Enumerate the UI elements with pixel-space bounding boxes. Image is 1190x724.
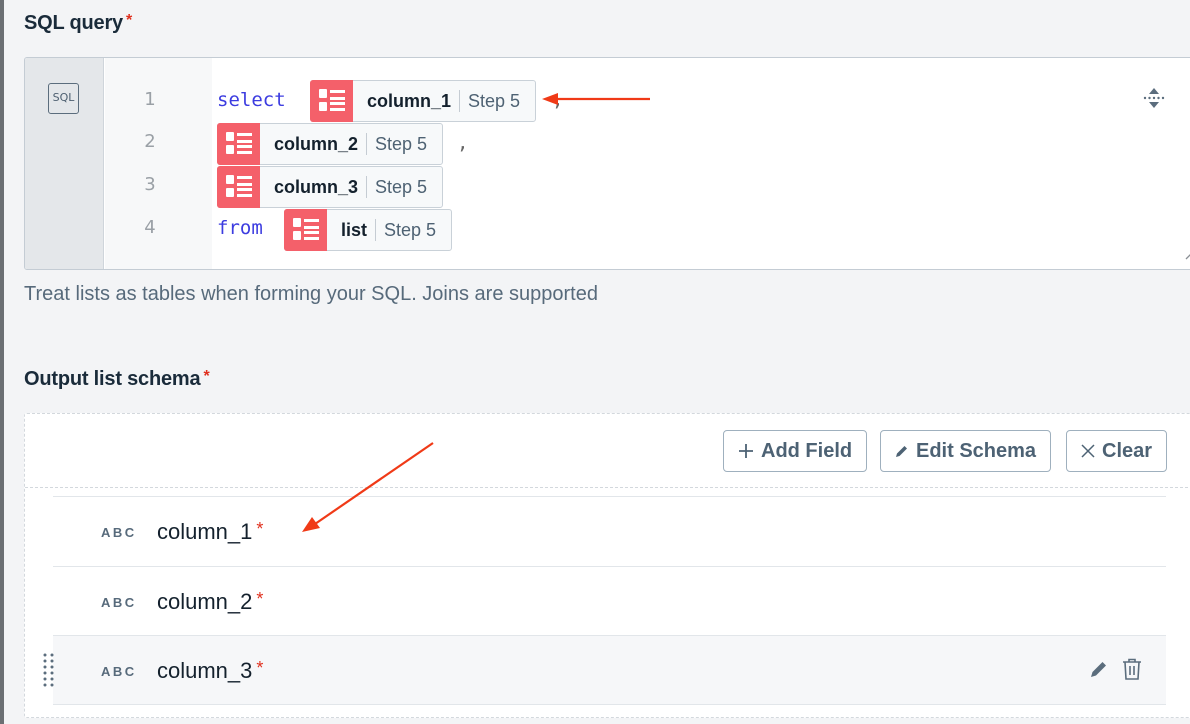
- line-number: 1: [144, 89, 156, 110]
- required-marker: *: [125, 12, 133, 29]
- resize-handle-icon[interactable]: [1185, 246, 1190, 265]
- edit-schema-label: Edit Schema: [916, 439, 1037, 462]
- list-icon: [310, 80, 353, 122]
- sql-query-label-text: SQL query: [24, 12, 123, 34]
- plus-icon: [739, 444, 753, 458]
- list-icon: [284, 209, 327, 251]
- datapill-divider: [375, 219, 377, 241]
- line-number: 2: [144, 131, 156, 152]
- sql-keyword-from: from: [217, 217, 263, 239]
- datapill-name: column_2: [274, 133, 359, 154]
- schema-field-row[interactable]: ABC column_1 *: [53, 496, 1166, 566]
- schema-field-row[interactable]: ABC column_2 *: [53, 566, 1166, 636]
- window-edge: [0, 0, 4, 724]
- line-number: 3: [144, 174, 156, 195]
- sql-editor-gutter: SQL: [25, 58, 104, 269]
- clear-label: Clear: [1102, 439, 1153, 462]
- output-schema-panel: Add Field Edit Schema Clear ABC column_1…: [24, 413, 1190, 718]
- datapill-step: Step 5: [384, 219, 437, 240]
- clear-button[interactable]: Clear: [1066, 430, 1168, 472]
- add-field-button[interactable]: Add Field: [723, 430, 868, 472]
- add-field-label: Add Field: [761, 439, 853, 462]
- datapill-divider: [366, 176, 368, 198]
- datapill-column-2[interactable]: column_2 Step 5: [217, 123, 444, 165]
- schema-field-row[interactable]: ABC column_3 *: [43, 635, 1166, 705]
- required-marker: *: [256, 589, 264, 609]
- required-marker: *: [203, 368, 210, 385]
- field-name: column_2 *: [157, 589, 263, 615]
- required-marker: *: [256, 519, 264, 539]
- row-actions: [1090, 658, 1142, 685]
- datapill-name: list: [341, 219, 368, 240]
- delete-field-icon[interactable]: [1122, 658, 1142, 685]
- sql-comma: ,: [457, 132, 469, 154]
- sql-comma: ,: [552, 89, 564, 111]
- field-name-text: column_3: [157, 658, 253, 683]
- edit-field-icon[interactable]: [1090, 660, 1108, 683]
- datapill-name: column_3: [274, 176, 359, 197]
- field-name: column_1 *: [157, 519, 263, 545]
- required-marker: *: [256, 658, 264, 678]
- datapill-step: Step 5: [468, 90, 521, 111]
- sql-query-label: SQL query *: [24, 12, 132, 35]
- datapill-name: column_1: [367, 90, 452, 111]
- datapill-step: Step 5: [375, 133, 428, 154]
- output-schema-label-text: Output list schema: [24, 368, 201, 390]
- schema-toolbar: Add Field Edit Schema Clear: [25, 414, 1190, 488]
- datapill-column-3[interactable]: column_3 Step 5: [217, 166, 444, 208]
- sql-keyword-select: select: [217, 89, 286, 111]
- field-type-string: ABC: [101, 595, 137, 610]
- datapill-step: Step 5: [375, 176, 428, 197]
- line-number-gutter: 1 2 3 4: [105, 58, 212, 269]
- pencil-icon: [896, 446, 907, 457]
- field-name: column_3 *: [157, 658, 263, 684]
- field-name-text: column_1: [157, 519, 253, 544]
- edit-schema-button[interactable]: Edit Schema: [880, 430, 1052, 472]
- list-icon: [217, 123, 260, 165]
- drag-handle-icon[interactable]: [43, 653, 55, 696]
- list-icon: [217, 166, 260, 208]
- field-name-text: column_2: [157, 589, 253, 614]
- datapill-divider: [366, 133, 368, 155]
- field-type-string: ABC: [101, 664, 137, 679]
- output-schema-label: Output list schema *: [24, 368, 210, 391]
- sql-query-editor[interactable]: SQL 1 2 3 4 select column_1 Step 5 , col…: [24, 57, 1190, 270]
- close-icon: [1081, 444, 1095, 458]
- sql-code-area[interactable]: select column_1 Step 5 , column_2 Step 5…: [212, 58, 1190, 269]
- datapill-divider: [459, 90, 461, 112]
- sql-help-text: Treat lists as tables when forming your …: [24, 283, 598, 305]
- datapill-column-1[interactable]: column_1 Step 5: [310, 80, 537, 122]
- field-type-string: ABC: [101, 525, 137, 540]
- expand-editor-icon[interactable]: [1143, 86, 1165, 115]
- datapill-list[interactable]: list Step 5: [284, 209, 453, 251]
- line-number: 4: [144, 217, 156, 238]
- sql-icon: SQL: [48, 83, 79, 114]
